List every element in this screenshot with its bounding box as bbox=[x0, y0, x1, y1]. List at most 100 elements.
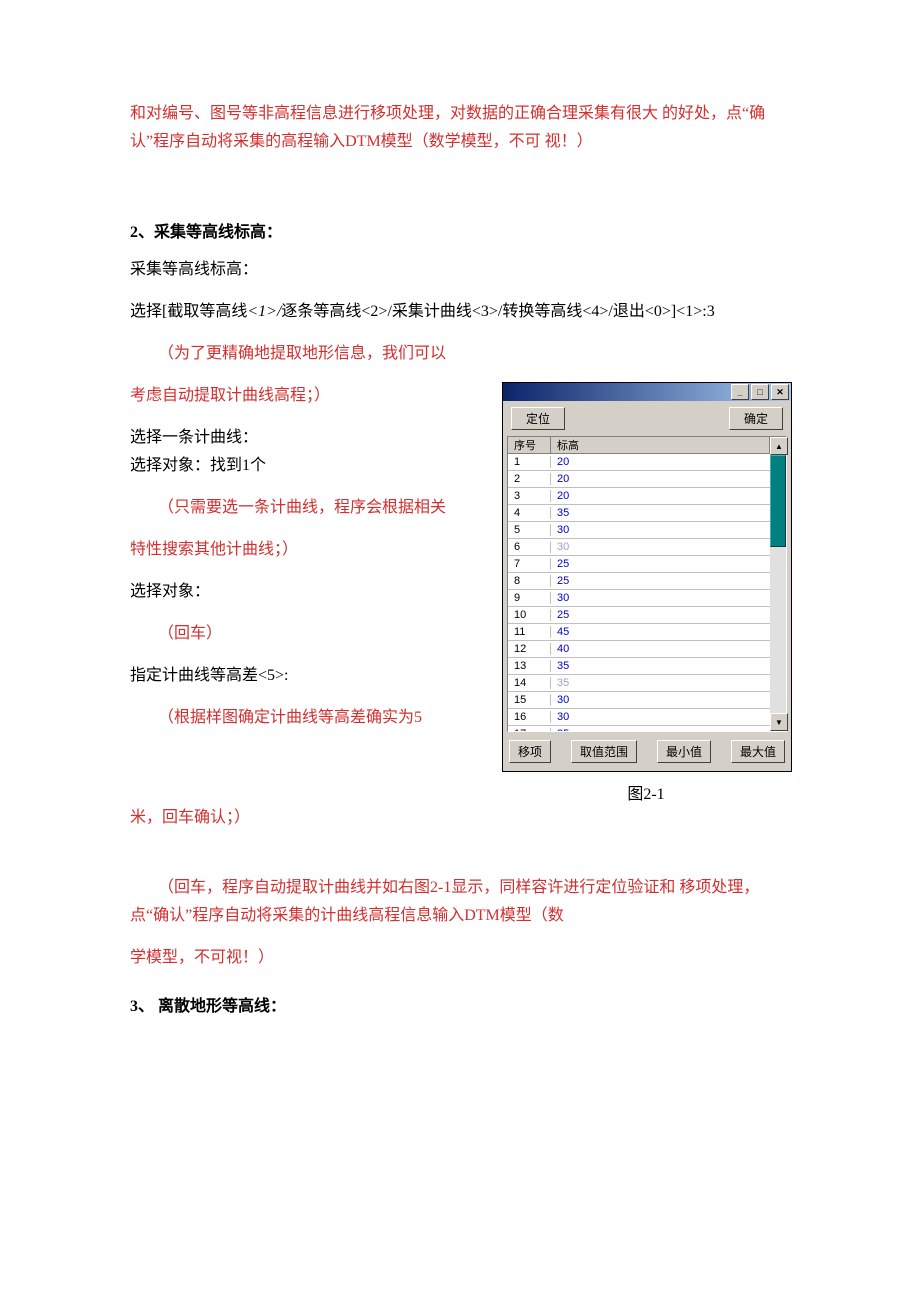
list-header-row: 序号 标高 bbox=[508, 437, 770, 454]
table-row[interactable]: 1025 bbox=[508, 607, 770, 624]
col-header-value: 标高 bbox=[551, 437, 770, 453]
scroll-up-button[interactable]: ▲ bbox=[770, 437, 788, 455]
r8b: 2-1 bbox=[430, 879, 451, 896]
row-index: 14 bbox=[508, 677, 551, 689]
select-line: 选择[截取等高线<1>/逐条等高线<2>/采集计曲线<3>/转换等高线<4>/退… bbox=[130, 298, 790, 326]
table-row[interactable]: 1725 bbox=[508, 726, 770, 731]
table-row[interactable]: 825 bbox=[508, 573, 770, 590]
red-note-6: （根据样图确定计曲线等高差确实为5 bbox=[130, 704, 484, 732]
left-column: 考虑自动提取计曲线高程；） 选择一条计曲线： 选择对象：找到1个 （只需要选一条… bbox=[130, 382, 484, 746]
found-one: 选择对象：找到1个 bbox=[130, 452, 484, 480]
scroll-track[interactable] bbox=[770, 547, 786, 713]
table-row[interactable]: 1335 bbox=[508, 658, 770, 675]
window-close-button[interactable]: ✕ bbox=[771, 384, 789, 400]
row-value: 35 bbox=[551, 677, 770, 689]
window-titlebar: _ □ ✕ bbox=[503, 383, 791, 401]
row-value: 25 bbox=[551, 558, 770, 570]
row-value: 20 bbox=[551, 456, 770, 468]
table-row[interactable]: 220 bbox=[508, 471, 770, 488]
row-value: 40 bbox=[551, 643, 770, 655]
select-curve: 选择一条计曲线： bbox=[130, 424, 484, 452]
window-toolbar: 定位 确定 bbox=[503, 401, 791, 436]
table-row[interactable]: 320 bbox=[508, 488, 770, 505]
footer-btn-range[interactable]: 取值范围 bbox=[571, 740, 637, 763]
elevation-list-window: _ □ ✕ 定位 确定 序号 标高 1202203204355306307258… bbox=[502, 382, 792, 772]
table-row[interactable]: 1240 bbox=[508, 641, 770, 658]
row-value: 30 bbox=[551, 541, 770, 553]
row-index: 15 bbox=[508, 694, 551, 706]
r8e: 模型（数 bbox=[500, 907, 564, 924]
row-index: 16 bbox=[508, 711, 551, 723]
row-index: 11 bbox=[508, 626, 551, 638]
spacer bbox=[130, 170, 790, 198]
heading-2: 2、采集等高线标高： bbox=[130, 218, 790, 242]
row-value: 30 bbox=[551, 592, 770, 604]
row-value: 20 bbox=[551, 490, 770, 502]
intro-text-c: 模型（数学模型，不可 视！） bbox=[381, 133, 593, 150]
figure-caption: 图2-1 bbox=[502, 780, 790, 804]
scroll-down-button[interactable]: ▼ bbox=[770, 713, 788, 731]
table-row[interactable]: 1145 bbox=[508, 624, 770, 641]
window-maximize-button[interactable]: □ bbox=[751, 384, 769, 400]
footer-btn-move[interactable]: 移项 bbox=[509, 740, 551, 763]
heading-3: 3、 离散地形等高线： bbox=[130, 992, 790, 1016]
collect-label: 采集等高线标高： bbox=[130, 256, 790, 284]
list-table: 序号 标高 1202203204355306307258259301025114… bbox=[508, 437, 770, 731]
red-note-7: 米，回车确认；） bbox=[130, 804, 790, 832]
select-object: 选择对象： bbox=[130, 578, 484, 606]
right-column: _ □ ✕ 定位 确定 序号 标高 1202203204355306307258… bbox=[502, 382, 790, 804]
row-value: 25 bbox=[551, 609, 770, 621]
row-value: 20 bbox=[551, 473, 770, 485]
table-row[interactable]: 530 bbox=[508, 522, 770, 539]
red-note-1: （为了更精确地提取地形信息，我们可以 bbox=[130, 340, 790, 368]
select-c: 逐条等高线<2>/采集计曲线<3>/转换等高线<4>/退出<0>]<1>:3 bbox=[281, 303, 714, 320]
row-value: 25 bbox=[551, 575, 770, 587]
row-value: 35 bbox=[551, 660, 770, 672]
row-value: 30 bbox=[551, 694, 770, 706]
red-note-4: 特性搜索其他计曲线；） bbox=[130, 536, 484, 564]
table-row[interactable]: 725 bbox=[508, 556, 770, 573]
red-note-5: （回车） bbox=[130, 620, 484, 648]
table-row[interactable]: 435 bbox=[508, 505, 770, 522]
specify-diff: 指定计曲线等高差<5>: bbox=[130, 662, 484, 690]
table-row[interactable]: 1630 bbox=[508, 709, 770, 726]
footer-btn-min[interactable]: 最小值 bbox=[657, 740, 711, 763]
row-index: 2 bbox=[508, 473, 551, 485]
footer-btn-max[interactable]: 最大值 bbox=[731, 740, 785, 763]
confirm-button[interactable]: 确定 bbox=[729, 407, 783, 430]
row-index: 13 bbox=[508, 660, 551, 672]
row-value: 30 bbox=[551, 711, 770, 723]
table-row[interactable]: 1530 bbox=[508, 692, 770, 709]
row-index: 3 bbox=[508, 490, 551, 502]
document-page: 和对编号、图号等非高程信息进行移项处理，对数据的正确合理采集有很大 的好处，点“… bbox=[0, 0, 920, 1301]
red-note-9: 学模型，不可视！） bbox=[130, 944, 790, 972]
row-index: 8 bbox=[508, 575, 551, 587]
scroll-thumb[interactable] bbox=[770, 455, 786, 547]
spacer-2 bbox=[130, 846, 790, 874]
row-index: 5 bbox=[508, 524, 551, 536]
red-note-3: （只需要选一条计曲线，程序会根据相关 bbox=[130, 494, 484, 522]
intro-text-b: DTM bbox=[345, 133, 381, 150]
row-value: 25 bbox=[551, 728, 770, 731]
vertical-scrollbar[interactable]: ▲ ▼ bbox=[770, 437, 786, 731]
table-row[interactable]: 630 bbox=[508, 539, 770, 556]
r8a: （回车，程序自动提取计曲线并如右图 bbox=[158, 879, 430, 896]
row-index: 1 bbox=[508, 456, 551, 468]
table-row[interactable]: 930 bbox=[508, 590, 770, 607]
red-note-8: （回车，程序自动提取计曲线并如右图2-1显示，同样容许进行定位验证和 移项处理，… bbox=[130, 874, 790, 930]
col-header-index: 序号 bbox=[508, 437, 551, 453]
select-b: <1>/ bbox=[247, 303, 281, 320]
table-row[interactable]: 1435 bbox=[508, 675, 770, 692]
locate-button[interactable]: 定位 bbox=[511, 407, 565, 430]
red-note-2: 考虑自动提取计曲线高程；） bbox=[130, 382, 484, 410]
intro-paragraph: 和对编号、图号等非高程信息进行移项处理，对数据的正确合理采集有很大 的好处，点“… bbox=[130, 100, 790, 156]
red6-a: （根据样图确定计曲线等高差确实为 bbox=[158, 709, 414, 726]
row-value: 30 bbox=[551, 524, 770, 536]
window-minimize-button[interactable]: _ bbox=[731, 384, 749, 400]
row-index: 9 bbox=[508, 592, 551, 604]
table-row[interactable]: 120 bbox=[508, 454, 770, 471]
row-index: 7 bbox=[508, 558, 551, 570]
red6-b: 5 bbox=[414, 709, 422, 726]
row-index: 4 bbox=[508, 507, 551, 519]
row-index: 12 bbox=[508, 643, 551, 655]
